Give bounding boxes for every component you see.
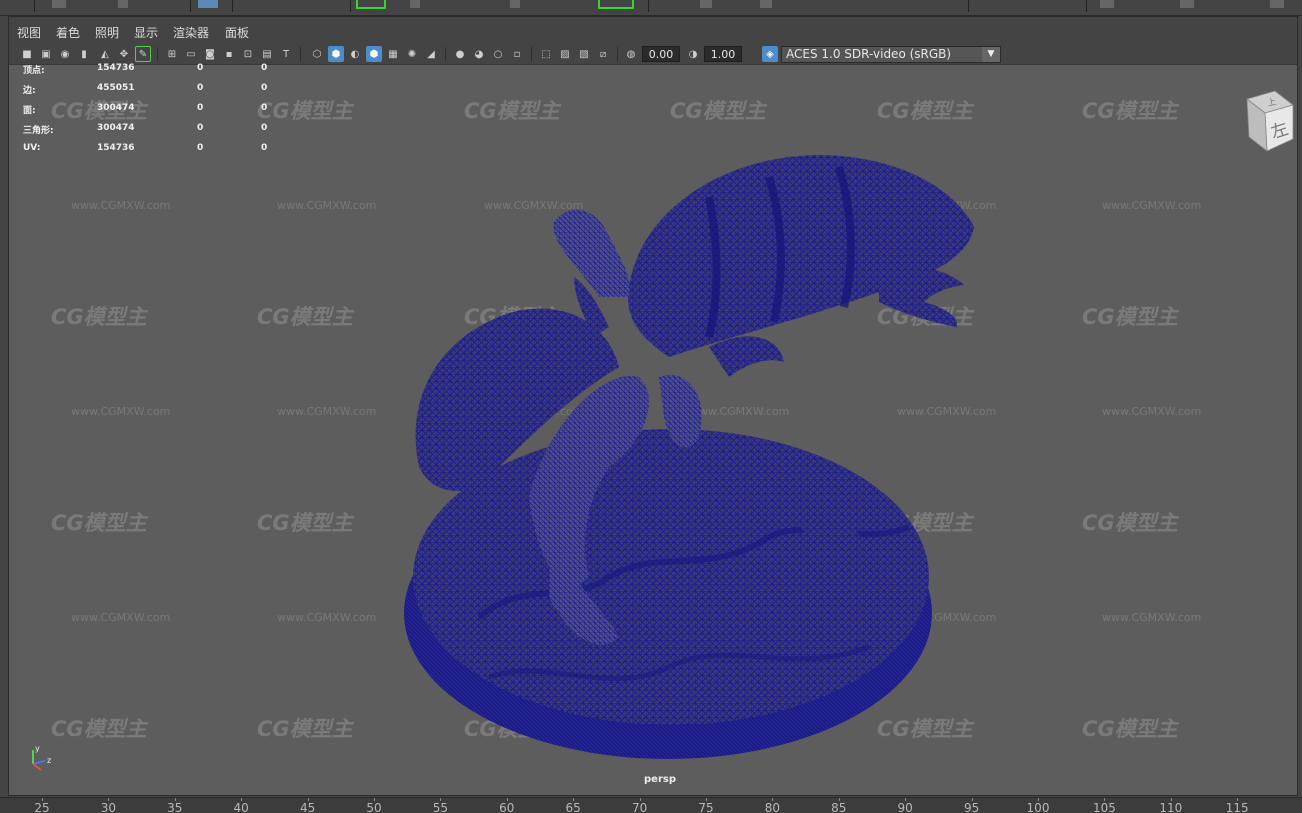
timeline-tick [639,798,641,801]
hud-selected: 0 [197,83,204,93]
y-axis-label: y [35,744,40,753]
separator [350,0,351,12]
time-slider[interactable]: 25 30 35 40 45 50 55 60 65 70 75 80 85 90 95 100 105 110 1… [0,797,1302,813]
wireframe-model[interactable] [9,17,1298,796]
timeline-tick [772,798,774,801]
timeline-tick-label: 105 [1092,801,1116,813]
hud-visible: 0 [261,63,268,73]
timeline-tick [706,798,707,801]
timeline-tick-label: 100 [1026,801,1050,813]
shelf-icon[interactable] [1100,0,1114,8]
hud-visible: 0 [261,143,268,153]
shelf-strip [0,0,1302,16]
timeline-tick-label: 65 [565,801,581,813]
timeline-tick [1170,798,1172,801]
timeline-tick [971,798,973,801]
timeline-tick-label: 30 [100,801,117,813]
hud-label: UV: [23,143,41,153]
timeline-tick-label: 70 [631,801,648,813]
timeline-tick [174,798,176,801]
separator [232,0,233,12]
timeline-tick [573,798,575,801]
timeline-tick [440,798,442,801]
hud-label: 三角形: [23,126,54,136]
hud-visible: 0 [261,103,268,113]
shelf-icon[interactable] [510,0,520,8]
hud-selected: 0 [197,63,204,73]
timeline-tick-label: 35 [167,801,183,813]
snap-highlight-icon[interactable] [598,0,634,9]
hud-visible: 0 [261,123,268,133]
hud-count: 300474 [97,103,135,113]
separator [648,0,649,12]
timeline-tick-label: 25 [34,801,50,813]
hud-selected: 0 [197,143,204,153]
shelf-icon[interactable] [198,0,218,8]
upper-body [628,155,974,357]
shelf-icon[interactable] [410,0,420,8]
viewcube[interactable]: 上 左 [1237,89,1295,157]
timeline-tick-label: 80 [764,801,781,813]
timeline-tick-label: 90 [897,801,913,813]
timeline-tick-label: 55 [432,801,449,813]
hud-label: 边: [23,86,36,96]
timeline-tick-label: 45 [299,801,316,813]
timeline-tick [905,798,907,801]
timeline-tick [108,798,110,801]
snap-highlight-icon[interactable] [356,0,386,9]
hud-selected: 0 [197,103,204,113]
timeline-tick [42,798,43,801]
shelf-icon[interactable] [1180,0,1194,8]
hud-count: 154736 [97,143,135,153]
timeline-tick-label: 40 [233,801,249,813]
separator [190,0,191,12]
separator [1086,0,1087,12]
hud-label: 面: [23,106,36,116]
timeline-tick [307,798,309,801]
z-axis-label: z [47,756,51,765]
timeline-tick [1104,798,1106,801]
timeline-tick-label: 115 [1225,801,1249,813]
timeline-tick-label: 95 [963,801,980,813]
separator [968,0,969,12]
timeline-tick [1038,798,1039,801]
timeline-tick [1237,798,1239,801]
timeline-tick-label: 60 [499,801,515,813]
hud-visible: 0 [261,83,268,93]
viewport-panel[interactable]: 视图 着色 照明 显示 渲染器 面板 ■ ▣ ◉ ▮ ◭ ✥ ✎ ⊞ ▭ ◙ ▪… [8,16,1298,796]
shelf-icon[interactable] [118,0,128,8]
separator [34,0,35,12]
timeline-tick-label: 50 [366,801,382,813]
hud-count: 300474 [97,123,135,133]
shelf-icon[interactable] [52,0,66,8]
z-axis-line [32,760,46,765]
timeline-tick [374,798,375,801]
shelf-icon[interactable] [700,0,712,8]
creature-leg [709,336,784,377]
timeline-tick-label: 110 [1159,801,1183,813]
camera-name-label: persp [644,774,676,785]
hud-selected: 0 [197,123,204,133]
hud-label: 顶点: [23,66,45,76]
shelf-icon[interactable] [760,0,772,8]
timeline-tick [241,798,243,801]
timeline-tick [838,798,840,801]
timeline-tick [506,798,508,801]
shelf-icon[interactable] [1270,0,1284,8]
axis-gizmo: y z [32,744,51,771]
hud-count: 154736 [97,63,135,73]
creature-claw [553,209,630,297]
creature-head [879,266,964,327]
timeline-tick-label: 75 [698,801,714,813]
hud-count: 455051 [97,83,135,93]
timeline-tick-label: 85 [831,801,847,813]
x-axis-line [32,763,42,771]
